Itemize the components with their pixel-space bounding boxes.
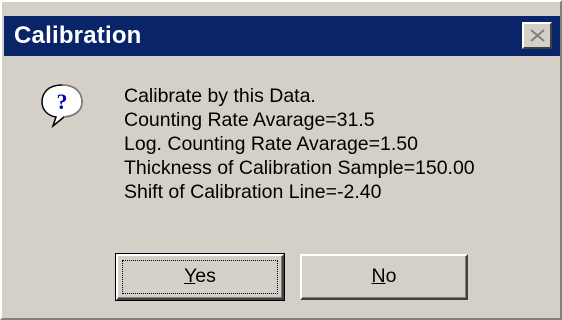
yes-button-label: Yes: [184, 265, 216, 287]
close-button[interactable]: [522, 22, 552, 49]
message-line: Shift of Calibration Line=-2.40: [124, 181, 382, 203]
message-line: Calibrate by this Data.: [124, 85, 316, 107]
yes-accelerator: Y: [184, 265, 196, 287]
svg-text:?: ?: [57, 89, 68, 114]
no-label-rest: o: [385, 265, 397, 287]
message-text: Calibrate by this Data. Counting Rate Av…: [124, 84, 475, 204]
message-line: Thickness of Calibration Sample=150.00: [124, 157, 475, 179]
no-button-label: No: [372, 265, 397, 287]
message-line: Log. Counting Rate Avarage=1.50: [124, 133, 418, 155]
question-icon: ?: [41, 84, 83, 128]
message-line: Counting Rate Avarage=31.5: [124, 109, 375, 131]
yes-button[interactable]: Yes: [115, 253, 285, 301]
no-button[interactable]: No: [300, 254, 468, 300]
title-bar[interactable]: Calibration: [4, 16, 560, 56]
calibration-dialog: Calibration ? Calibrate by this Data. Co…: [0, 0, 562, 320]
close-icon: [530, 29, 545, 42]
no-accelerator: N: [371, 265, 386, 287]
yes-label-rest: es: [195, 265, 216, 287]
window-title: Calibration: [14, 22, 142, 49]
